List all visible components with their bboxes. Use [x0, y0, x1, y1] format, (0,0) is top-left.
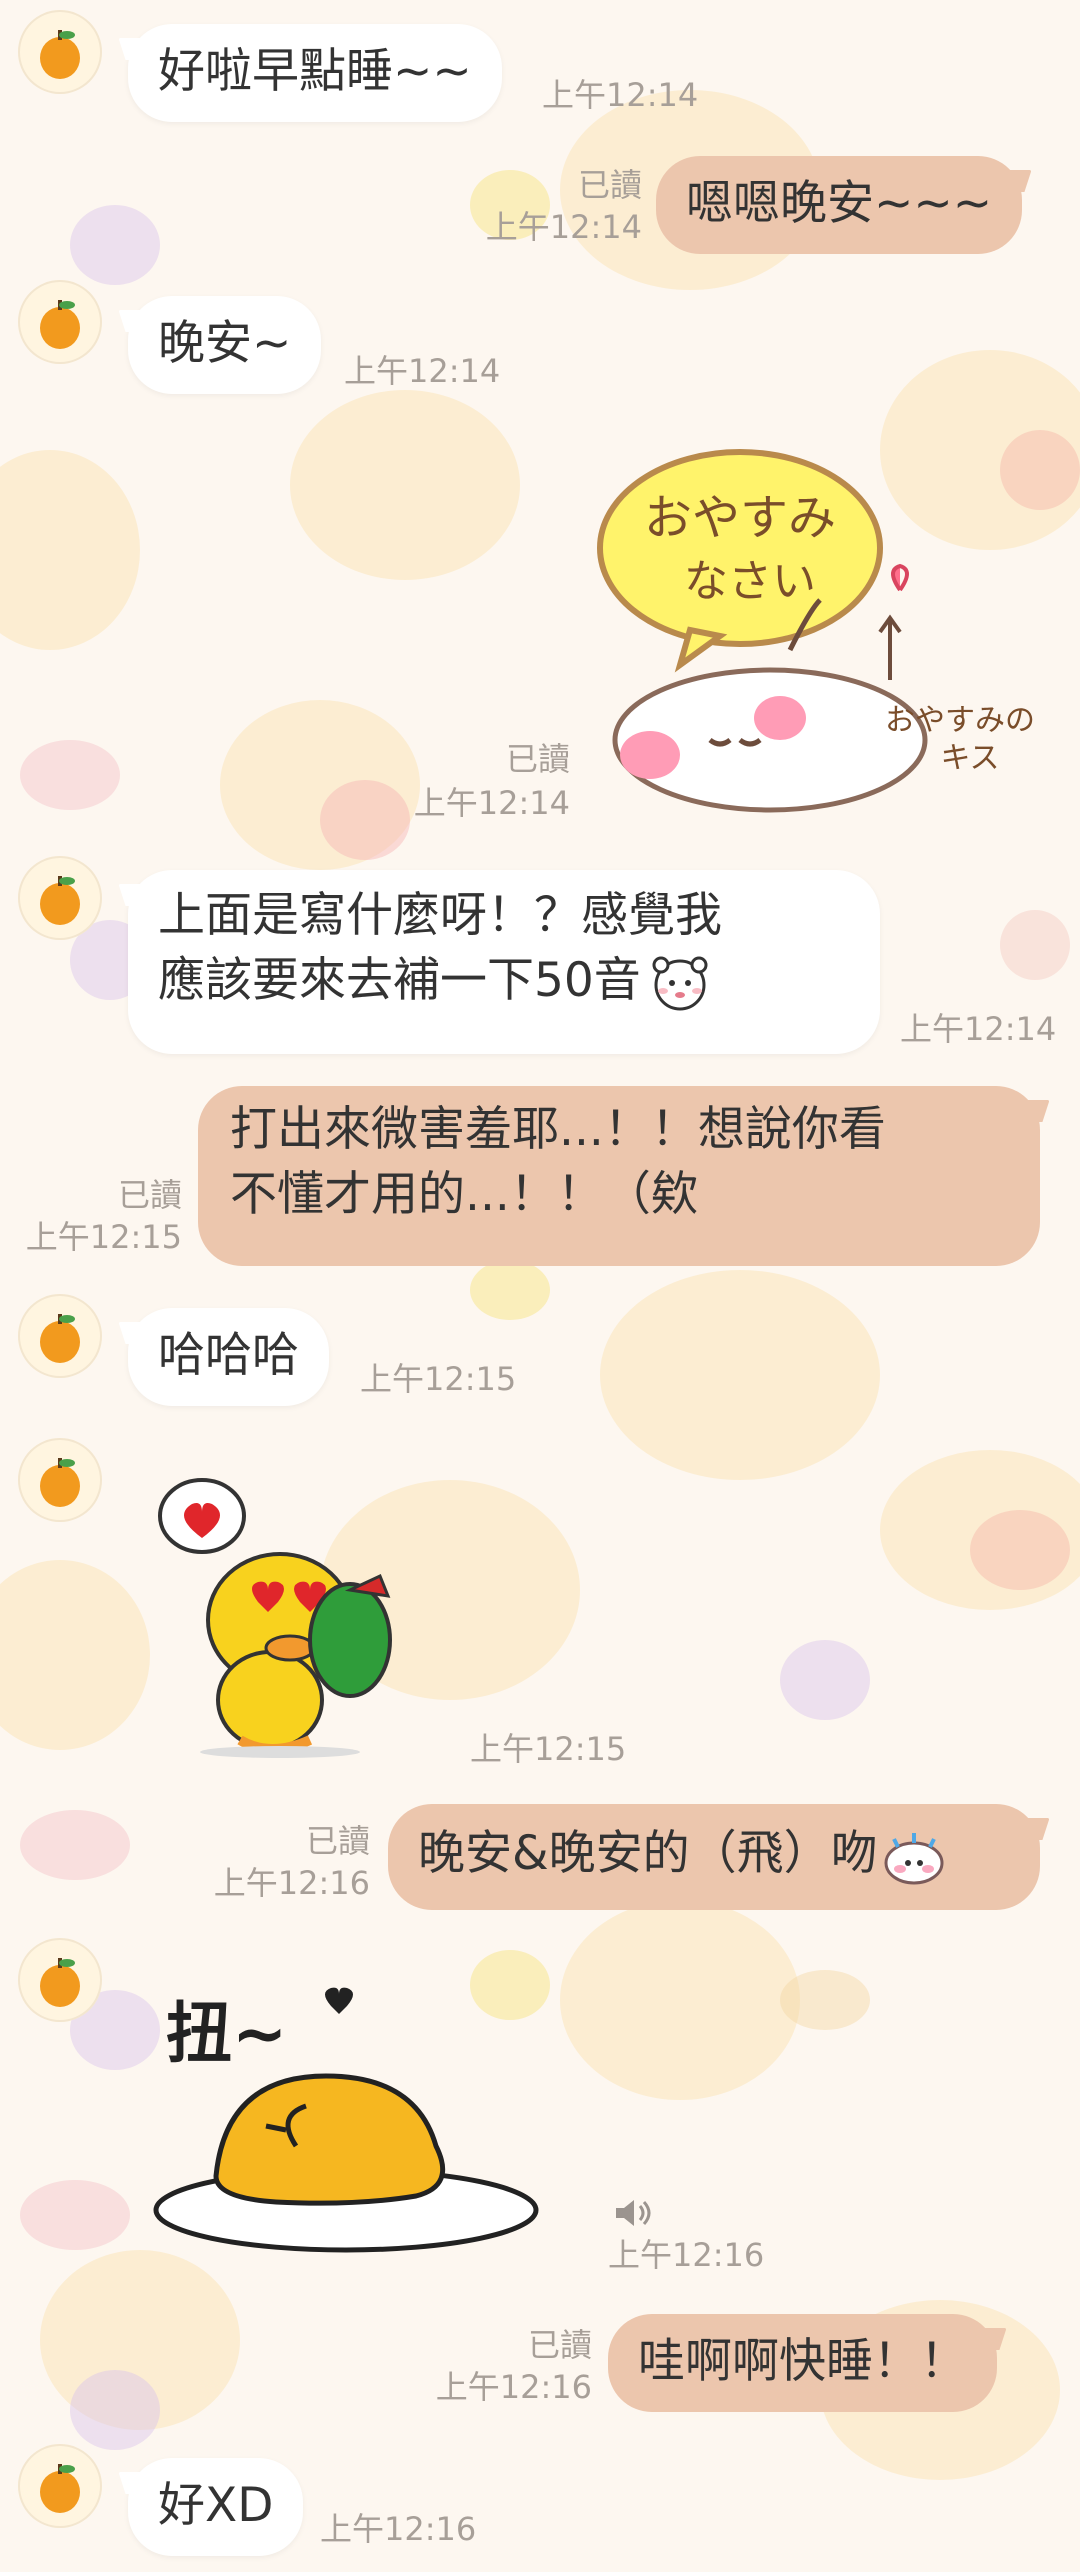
message-bubble[interactable]: 好啦早點睡~~: [128, 24, 502, 122]
message-time: 上午12:16: [213, 1864, 370, 1902]
message-bubble[interactable]: 哈哈哈: [128, 1308, 329, 1406]
contact-avatar[interactable]: [18, 280, 102, 364]
orange-icon: [40, 30, 80, 79]
sticker-text: キス: [940, 741, 999, 776]
message-time: 上午12:16: [435, 2368, 592, 2406]
bear-face-icon: [652, 956, 708, 1011]
message-bubble[interactable]: 上面是寫什麼呀！？感覺我 應該要來去補一下50音: [128, 870, 880, 1054]
message-line: 應該要來去補一下50音: [158, 952, 641, 1008]
message-text: 好啦早點睡~~: [158, 44, 472, 99]
oyasumi-sticker[interactable]: おやすみ なさい おやすみの キス: [590, 440, 1050, 820]
message-line: 上面是寫什麼呀！？感覺我: [158, 888, 722, 943]
contact-avatar[interactable]: [18, 1438, 102, 1522]
message-time: 上午12:14: [413, 784, 570, 822]
speaker-icon[interactable]: [612, 2196, 652, 2230]
sticker-text: おやすみの: [885, 703, 1035, 738]
orange-icon: [40, 300, 80, 349]
message-bubble[interactable]: 好XD: [128, 2458, 304, 2556]
message-bubble[interactable]: 晚安~: [128, 296, 322, 394]
message-time: 上午12:14: [344, 352, 501, 390]
orange-icon: [40, 2464, 80, 2513]
message-time: 上午12:14: [900, 1010, 1057, 1048]
message-time: 上午12:14: [542, 76, 699, 114]
gudetama-sticker[interactable]: 扭~: [146, 1976, 556, 2266]
contact-avatar[interactable]: [18, 2444, 102, 2528]
sticker-text: なさい: [684, 556, 816, 607]
message-text: 晚安~: [158, 316, 292, 371]
contact-avatar[interactable]: [18, 856, 102, 940]
message-bubble[interactable]: 嗯嗯晚安~~~: [656, 156, 1023, 254]
orange-icon: [40, 1458, 80, 1507]
message-text: 哇啊啊快睡！！: [638, 2334, 967, 2389]
contact-avatar[interactable]: [18, 1938, 102, 2022]
read-receipt: 已讀: [577, 166, 642, 204]
message-text: 晚安&晚安的（飛）吻: [418, 1826, 878, 1881]
sweat-face-icon: [884, 1832, 944, 1884]
duck-heart-sticker[interactable]: [150, 1470, 430, 1760]
contact-avatar[interactable]: [18, 1294, 102, 1378]
message-line: 不懂才用的...！！（欸: [230, 1166, 698, 1222]
sticker-text: おやすみ: [644, 490, 836, 546]
orange-icon: [40, 876, 80, 925]
orange-icon: [40, 1958, 80, 2007]
read-receipt: 已讀: [117, 1176, 182, 1214]
message-text: 哈哈哈: [158, 1328, 299, 1383]
message-time: 上午12:15: [25, 1218, 182, 1256]
message-time: 上午12:16: [608, 2236, 765, 2274]
message-bubble[interactable]: 晚安&晚安的（飛）吻: [388, 1804, 1040, 1910]
message-line: 打出來微害羞耶...！！想說你看: [230, 1102, 886, 1157]
message-time: 上午12:16: [320, 2510, 477, 2548]
read-receipt: 已讀: [305, 1822, 370, 1860]
orange-icon: [40, 1314, 80, 1363]
message-time: 上午12:14: [485, 208, 642, 246]
message-bubble[interactable]: 哇啊啊快睡！！: [608, 2314, 997, 2412]
message-time: 上午12:15: [360, 1360, 517, 1398]
message-text: 嗯嗯晚安~~~: [686, 176, 993, 231]
message-text: 好XD: [158, 2478, 274, 2533]
contact-avatar[interactable]: [18, 10, 102, 94]
read-receipt: 已讀: [505, 740, 570, 778]
read-receipt: 已讀: [527, 2326, 592, 2364]
message-time: 上午12:15: [470, 1730, 627, 1768]
message-bubble[interactable]: 打出來微害羞耶...！！想說你看 不懂才用的...！！（欸: [198, 1086, 1040, 1266]
sticker-text: 扭~: [166, 1995, 287, 2072]
